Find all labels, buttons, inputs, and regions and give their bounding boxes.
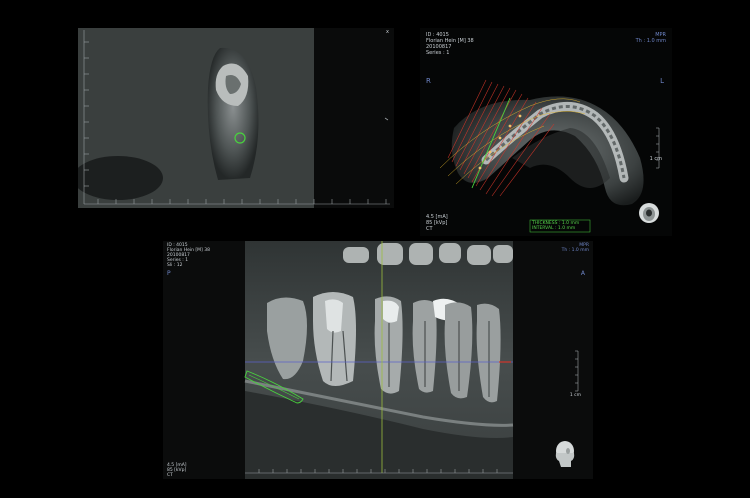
axial-interval-info: INTERVAL : 1.0 mm <box>532 226 576 231</box>
panoramic-image <box>163 241 593 479</box>
pano-thickness: Th : 1.0 mm <box>561 248 589 253</box>
pano-orientation-posterior-marker: P <box>167 270 171 277</box>
axial-modality: CT <box>426 226 433 232</box>
cross-section-corner-marker: x <box>386 29 389 35</box>
axial-viewport[interactable]: ID : 4015 Florian Hein [M] 38 20100817 S… <box>420 28 672 236</box>
pano-orientation-anterior-marker: A <box>580 270 585 277</box>
axial-orientation-right-marker: R <box>426 77 431 85</box>
pano-slice: Sli : 12 <box>167 263 183 268</box>
axial-image <box>439 79 660 233</box>
cross-section-image <box>78 28 394 208</box>
axial-series: Series : 1 <box>426 50 450 56</box>
head-orientation-icon[interactable] <box>638 202 660 224</box>
panoramic-viewport[interactable]: ID : 4015 Florian Hein [M] 38 20100817 S… <box>163 241 593 479</box>
axial-thickness: Th : 1.0 mm <box>635 38 666 44</box>
pano-modality: CT <box>167 473 173 478</box>
axial-orientation-left-marker: L <box>660 77 664 85</box>
head-side-orientation-icon[interactable] <box>553 439 579 469</box>
axial-scale-label: 1 cm <box>649 156 662 162</box>
pano-scale-label: 1 cm <box>569 393 581 398</box>
cross-section-viewport[interactable]: x <box>78 28 394 208</box>
